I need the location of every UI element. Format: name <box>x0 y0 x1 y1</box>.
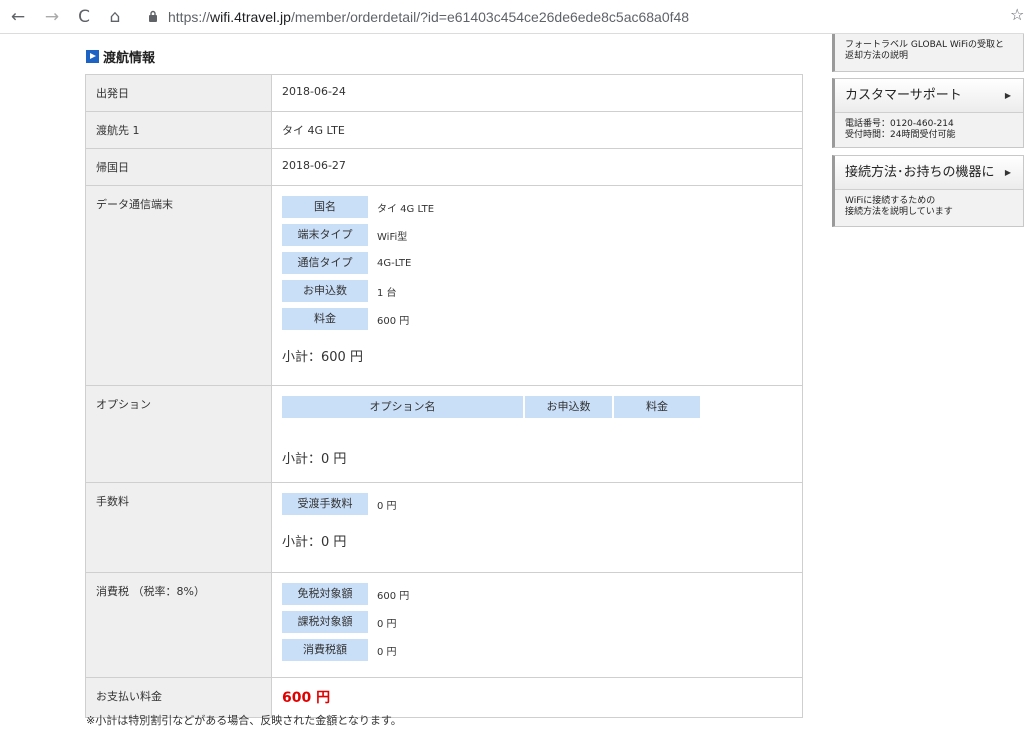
fee-subtotal: 小計：0 円 <box>282 535 347 550</box>
table-row: 出発日 2018-06-24 <box>85 74 803 112</box>
item-key: 免税対象額 <box>282 583 368 605</box>
fee-label: 手数料 <box>85 482 272 573</box>
tax-item: 課税対象額 0 円 <box>282 611 792 633</box>
table-row: 帰国日 2018-06-27 <box>85 148 803 186</box>
device-label: データ通信端末 <box>85 185 272 386</box>
fee-details: 受渡手数料 0 円 小計：0 円 <box>271 482 803 573</box>
url-path: /member/orderdetail/?id=e61403c454ce26de… <box>290 9 690 25</box>
destination-label: 渡航先 1 <box>85 111 272 149</box>
option-label: オプション <box>85 385 272 483</box>
item-key: 料金 <box>282 308 368 330</box>
item-value: 1 台 <box>377 287 397 299</box>
play-square-icon <box>86 49 99 63</box>
tax-item: 消費税額 0 円 <box>282 639 792 661</box>
option-table-header: オプション名 お申込数 料金 <box>282 396 792 418</box>
table-row: 手数料 受渡手数料 0 円 小計：0 円 <box>85 482 803 573</box>
item-key: 課税対象額 <box>282 611 368 633</box>
device-item: 端末タイプ WiFi型 <box>282 224 792 246</box>
payment-total: 600 円 <box>282 690 331 706</box>
connect-body: WiFiに接続するための 接続方法を説明しています <box>835 190 1023 222</box>
item-key: 消費税額 <box>282 639 368 661</box>
table-row: 消費税 （税率：8%） 免税対象額 600 円 課税対象額 0 円 消費税額 0 円 <box>85 572 803 678</box>
return-label: 帰国日 <box>85 148 272 186</box>
right-triangle-icon: ▶ <box>1004 91 1011 100</box>
item-key: 端末タイプ <box>282 224 368 246</box>
device-item: お申込数 1 台 <box>282 280 792 302</box>
tax-label: 消費税 （税率：8%） <box>85 572 272 678</box>
destination-value: タイ 4G LTE <box>271 111 803 149</box>
tax-item: 免税対象額 600 円 <box>282 583 792 605</box>
sidebar-pickup-box[interactable]: フォートラベル GLOBAL WiFiの受取と返却方法の説明 <box>832 34 1024 72</box>
support-phone: 電話番号：0120-460-214 <box>845 119 954 129</box>
lock-icon <box>149 10 157 22</box>
support-title: カスタマーサポート <box>845 88 962 103</box>
item-value: 600 円 <box>377 590 410 602</box>
device-item: 通信タイプ 4G-LTE <box>282 252 792 274</box>
travel-info-table: 出発日 2018-06-24 渡航先 1 タイ 4G LTE 帰国日 2018-… <box>85 74 803 718</box>
support-body: 電話番号：0120-460-214 受付時間：24時間受付可能 <box>835 113 1023 145</box>
section-title: 渡航情報 <box>86 47 156 66</box>
fee-item: 受渡手数料 0 円 <box>282 493 792 515</box>
item-value: WiFi型 <box>377 231 408 243</box>
forward-arrow-icon[interactable]: → <box>40 5 64 29</box>
item-key: 通信タイプ <box>282 252 368 274</box>
item-key: 受渡手数料 <box>282 493 368 515</box>
sidebar-support-box[interactable]: カスタマーサポート ▶ 電話番号：0120-460-214 受付時間：24時間受… <box>832 78 1024 148</box>
item-key: 国名 <box>282 196 368 218</box>
browser-toolbar: ← → C ⌂ https://wifi.4travel.jp/member/o… <box>0 0 1024 34</box>
option-details: オプション名 お申込数 料金 小計：0 円 <box>271 385 803 483</box>
device-item: 国名 タイ 4G LTE <box>282 196 792 218</box>
reload-icon[interactable]: C <box>72 5 96 29</box>
sidebar-connect-box[interactable]: 接続方法･お持ちの機器に ▶ WiFiに接続するための 接続方法を説明しています <box>832 155 1024 227</box>
bookmark-star-icon[interactable]: ☆ <box>1010 5 1024 24</box>
tax-details: 免税対象額 600 円 課税対象額 0 円 消費税額 0 円 <box>271 572 803 678</box>
return-value: 2018-06-27 <box>271 148 803 186</box>
item-value: 0 円 <box>377 500 397 512</box>
connect-line-2: 接続方法を説明しています <box>845 207 953 217</box>
option-name-header: オプション名 <box>282 396 523 418</box>
url-scheme: https:// <box>168 9 211 25</box>
table-row: オプション オプション名 お申込数 料金 小計：0 円 <box>85 385 803 483</box>
item-value: 4G-LTE <box>377 257 412 269</box>
device-subtotal: 小計：600 円 <box>282 350 363 365</box>
connect-line-1: WiFiに接続するための <box>845 196 936 206</box>
option-price-header: 料金 <box>614 396 700 418</box>
support-hours: 受付時間：24時間受付可能 <box>845 130 956 140</box>
subtotal-note: ※小計は特別割引などがある場合、反映された金額となります。 <box>86 714 402 727</box>
table-row: 渡航先 1 タイ 4G LTE <box>85 111 803 149</box>
item-value: 0 円 <box>377 618 397 630</box>
back-arrow-icon[interactable]: ← <box>6 5 30 29</box>
departure-label: 出発日 <box>85 74 272 112</box>
departure-value: 2018-06-24 <box>271 74 803 112</box>
item-value: 600 円 <box>377 315 410 327</box>
support-header[interactable]: カスタマーサポート ▶ <box>835 79 1023 113</box>
pickup-text: フォートラベル GLOBAL WiFiの受取と返却方法の説明 <box>845 40 1005 61</box>
device-item: 料金 600 円 <box>282 308 792 330</box>
connect-title: 接続方法･お持ちの機器に <box>845 165 995 180</box>
table-row: データ通信端末 国名 タイ 4G LTE 端末タイプ WiFi型 通信タイプ 4G-L… <box>85 185 803 386</box>
address-bar[interactable]: https://wifi.4travel.jp/member/orderdeta… <box>168 8 689 26</box>
connect-header[interactable]: 接続方法･お持ちの機器に ▶ <box>835 156 1023 190</box>
option-quantity-header: お申込数 <box>525 396 612 418</box>
section-title-text: 渡航情報 <box>103 50 156 66</box>
home-icon[interactable]: ⌂ <box>103 5 127 29</box>
url-host: wifi.4travel.jp <box>210 9 291 25</box>
right-triangle-icon: ▶ <box>1004 168 1011 177</box>
item-key: お申込数 <box>282 280 368 302</box>
option-subtotal: 小計：0 円 <box>282 452 347 467</box>
item-value: 0 円 <box>377 646 397 658</box>
item-value: タイ 4G LTE <box>377 203 435 215</box>
device-details: 国名 タイ 4G LTE 端末タイプ WiFi型 通信タイプ 4G-LTE お申込数 1… <box>271 185 803 386</box>
